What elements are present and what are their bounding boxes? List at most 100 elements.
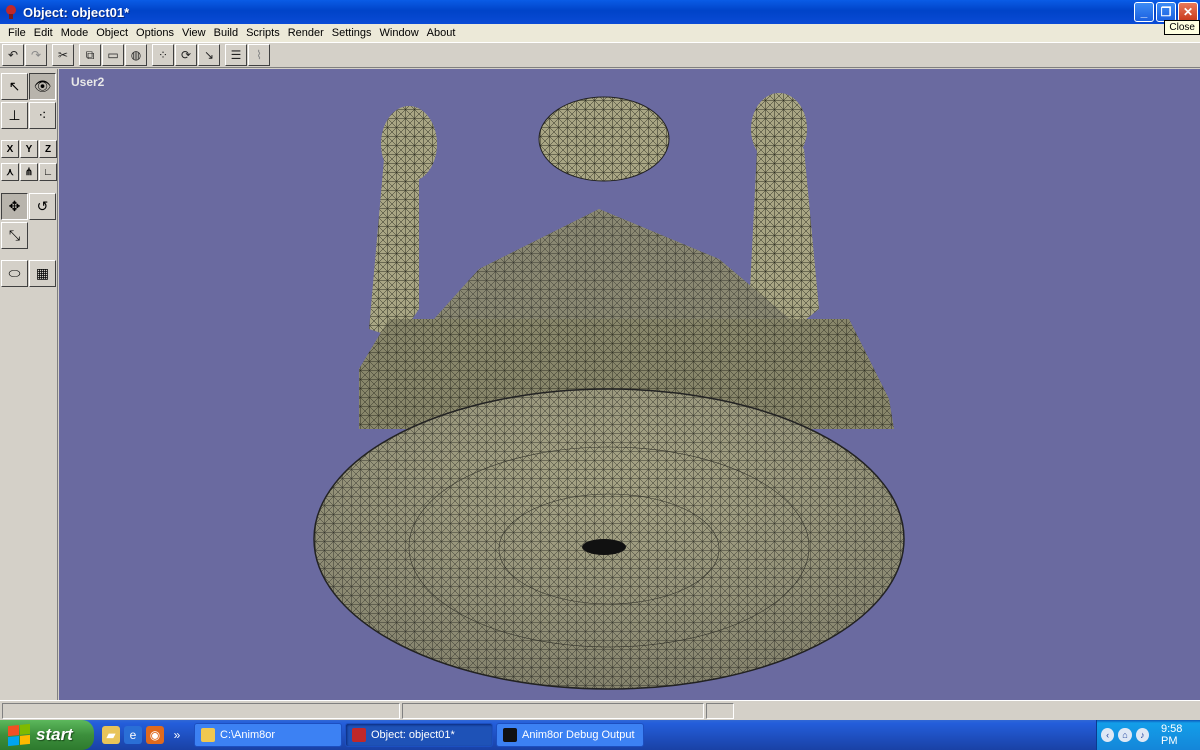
- screen-coords-button[interactable]: ∟: [39, 163, 57, 181]
- move-tool[interactable]: ✥: [1, 193, 28, 220]
- menu-view[interactable]: View: [178, 27, 210, 39]
- menu-scripts[interactable]: Scripts: [242, 27, 284, 39]
- status-bar: [0, 700, 1200, 720]
- scale-tool[interactable]: ⤡: [1, 222, 28, 249]
- points-button[interactable]: ⁘: [152, 44, 174, 66]
- graph-icon: ⌇: [256, 48, 262, 62]
- shape-tool[interactable]: ⬭: [1, 260, 28, 287]
- checker-icon: ▦: [35, 265, 50, 281]
- axis-x-toggle[interactable]: X: [1, 140, 19, 158]
- points-icon: ⁘: [157, 48, 169, 62]
- snap-icon: ↘: [203, 48, 215, 62]
- minimize-button[interactable]: _: [1134, 2, 1154, 22]
- redo-icon: ↷: [30, 48, 42, 62]
- redo-button[interactable]: ↷: [25, 44, 47, 66]
- cut-button[interactable]: ✂: [52, 44, 74, 66]
- select-arrow-tool[interactable]: ↖: [1, 73, 28, 100]
- 3d-viewport[interactable]: User2: [59, 69, 1200, 700]
- status-pane-2: [402, 702, 704, 719]
- local-coords-icon: ⋏: [6, 166, 14, 178]
- view-tool[interactable]: 👁: [29, 73, 56, 100]
- menu-build[interactable]: Build: [210, 27, 242, 39]
- quick-launch: ▰ e ◉ »: [94, 726, 194, 744]
- screen-coords-icon: ∟: [43, 166, 53, 178]
- menu-file[interactable]: File: [4, 27, 30, 39]
- chevron-right-icon[interactable]: »: [168, 726, 186, 744]
- undo-button[interactable]: ↶: [2, 44, 24, 66]
- explorer-icon[interactable]: ▰: [102, 726, 120, 744]
- task-label: Anim8or Debug Output: [522, 729, 635, 741]
- status-pane-1: [2, 702, 400, 719]
- local-coords-button[interactable]: ⋏: [1, 163, 19, 181]
- copy-button[interactable]: ⧉: [79, 44, 101, 66]
- arrow-cursor-icon: ↖: [8, 78, 21, 94]
- volume-icon[interactable]: ♪: [1135, 728, 1149, 742]
- world-coords-icon: ⋔: [24, 166, 34, 178]
- close-icon: ✕: [1182, 5, 1194, 19]
- points-grid-icon: ⁖: [38, 107, 47, 123]
- point-edit-tool[interactable]: ⁖: [29, 102, 56, 129]
- menu-options[interactable]: Options: [132, 27, 178, 39]
- shape-icon: ⬭: [8, 265, 21, 281]
- sphere-icon: ◍: [130, 48, 142, 62]
- menu-render[interactable]: Render: [284, 27, 328, 39]
- tray-chevron-icon[interactable]: ‹: [1101, 728, 1115, 742]
- menu-window[interactable]: Window: [376, 27, 423, 39]
- paste-button[interactable]: ▭: [102, 44, 124, 66]
- rotate-tool[interactable]: ↺: [29, 193, 56, 220]
- title-bar: Object: object01* _ ❐ ✕ Close: [0, 0, 1200, 35]
- paste-icon: ▭: [107, 48, 119, 62]
- menu-mode[interactable]: Mode: [57, 27, 93, 39]
- cut-icon: ✂: [57, 48, 69, 62]
- axis-y-toggle[interactable]: Y: [20, 140, 38, 158]
- world-coords-button[interactable]: ⋔: [20, 163, 38, 181]
- close-button[interactable]: ✕: [1178, 2, 1198, 22]
- network-icon[interactable]: ⌂: [1118, 728, 1132, 742]
- axis-z-toggle[interactable]: Z: [39, 140, 57, 158]
- wireframe-model: [313, 93, 905, 690]
- rotate-view-icon: ⟳: [180, 48, 192, 62]
- texture-tool[interactable]: ▦: [29, 260, 56, 287]
- tool-panel: ↖ 👁 ⊥ ⁖ X Y Z ⋏ ⋔ ∟ ✥ ↺ ⤡ ⬭ ▦: [0, 69, 58, 700]
- task-folder[interactable]: C:\Anim8or: [194, 723, 342, 747]
- menu-about[interactable]: About: [423, 27, 460, 39]
- restore-icon: ❐: [1160, 5, 1172, 19]
- status-pane-3: [706, 702, 734, 719]
- taskbar: start ▰ e ◉ » C:\Anim8or Object: object0…: [0, 720, 1200, 750]
- anim8or-app-icon: [6, 5, 16, 19]
- folder-icon: [201, 728, 215, 742]
- eye-icon: 👁: [33, 78, 52, 94]
- task-anim8or[interactable]: Object: object01*: [345, 723, 493, 747]
- list-icon: ☰: [230, 48, 242, 62]
- sphere-button[interactable]: ◍: [125, 44, 147, 66]
- menu-edit[interactable]: Edit: [30, 27, 57, 39]
- menu-bar: File Edit Mode Object Options View Build…: [0, 24, 1200, 42]
- start-label: start: [36, 725, 73, 744]
- internet-explorer-icon[interactable]: e: [124, 726, 142, 744]
- menu-object[interactable]: Object: [92, 27, 132, 39]
- window-title: Object: object01*: [23, 4, 130, 20]
- axis-icon: ⊥: [8, 107, 21, 123]
- task-debug-output[interactable]: Anim8or Debug Output: [496, 723, 644, 747]
- menu-settings[interactable]: Settings: [328, 27, 376, 39]
- snap-button[interactable]: ↘: [198, 44, 220, 66]
- minimize-icon: _: [1140, 5, 1148, 19]
- scale-icon: ⤡: [8, 227, 21, 243]
- axis-tool[interactable]: ⊥: [1, 102, 28, 129]
- firefox-icon[interactable]: ◉: [146, 726, 164, 744]
- copy-icon: ⧉: [85, 47, 95, 62]
- rotate-view-button[interactable]: ⟳: [175, 44, 197, 66]
- toolbar: ↶ ↷ ✂ ⧉ ▭ ◍ ⁘ ⟳ ↘ ☰ ⌇: [0, 42, 1200, 68]
- start-button[interactable]: start: [0, 720, 94, 750]
- list-button[interactable]: ☰: [225, 44, 247, 66]
- windows-logo-icon: [8, 723, 30, 747]
- clock[interactable]: 9:58 PM: [1161, 723, 1200, 747]
- viewport-label: User2: [71, 75, 105, 89]
- task-label: C:\Anim8or: [220, 729, 276, 741]
- rotate-icon: ↺: [36, 198, 49, 214]
- anim8or-icon: [352, 728, 366, 742]
- restore-button[interactable]: ❐: [1156, 2, 1176, 22]
- console-icon: [503, 728, 517, 742]
- graph-button[interactable]: ⌇: [248, 44, 270, 66]
- task-label: Object: object01*: [371, 729, 455, 741]
